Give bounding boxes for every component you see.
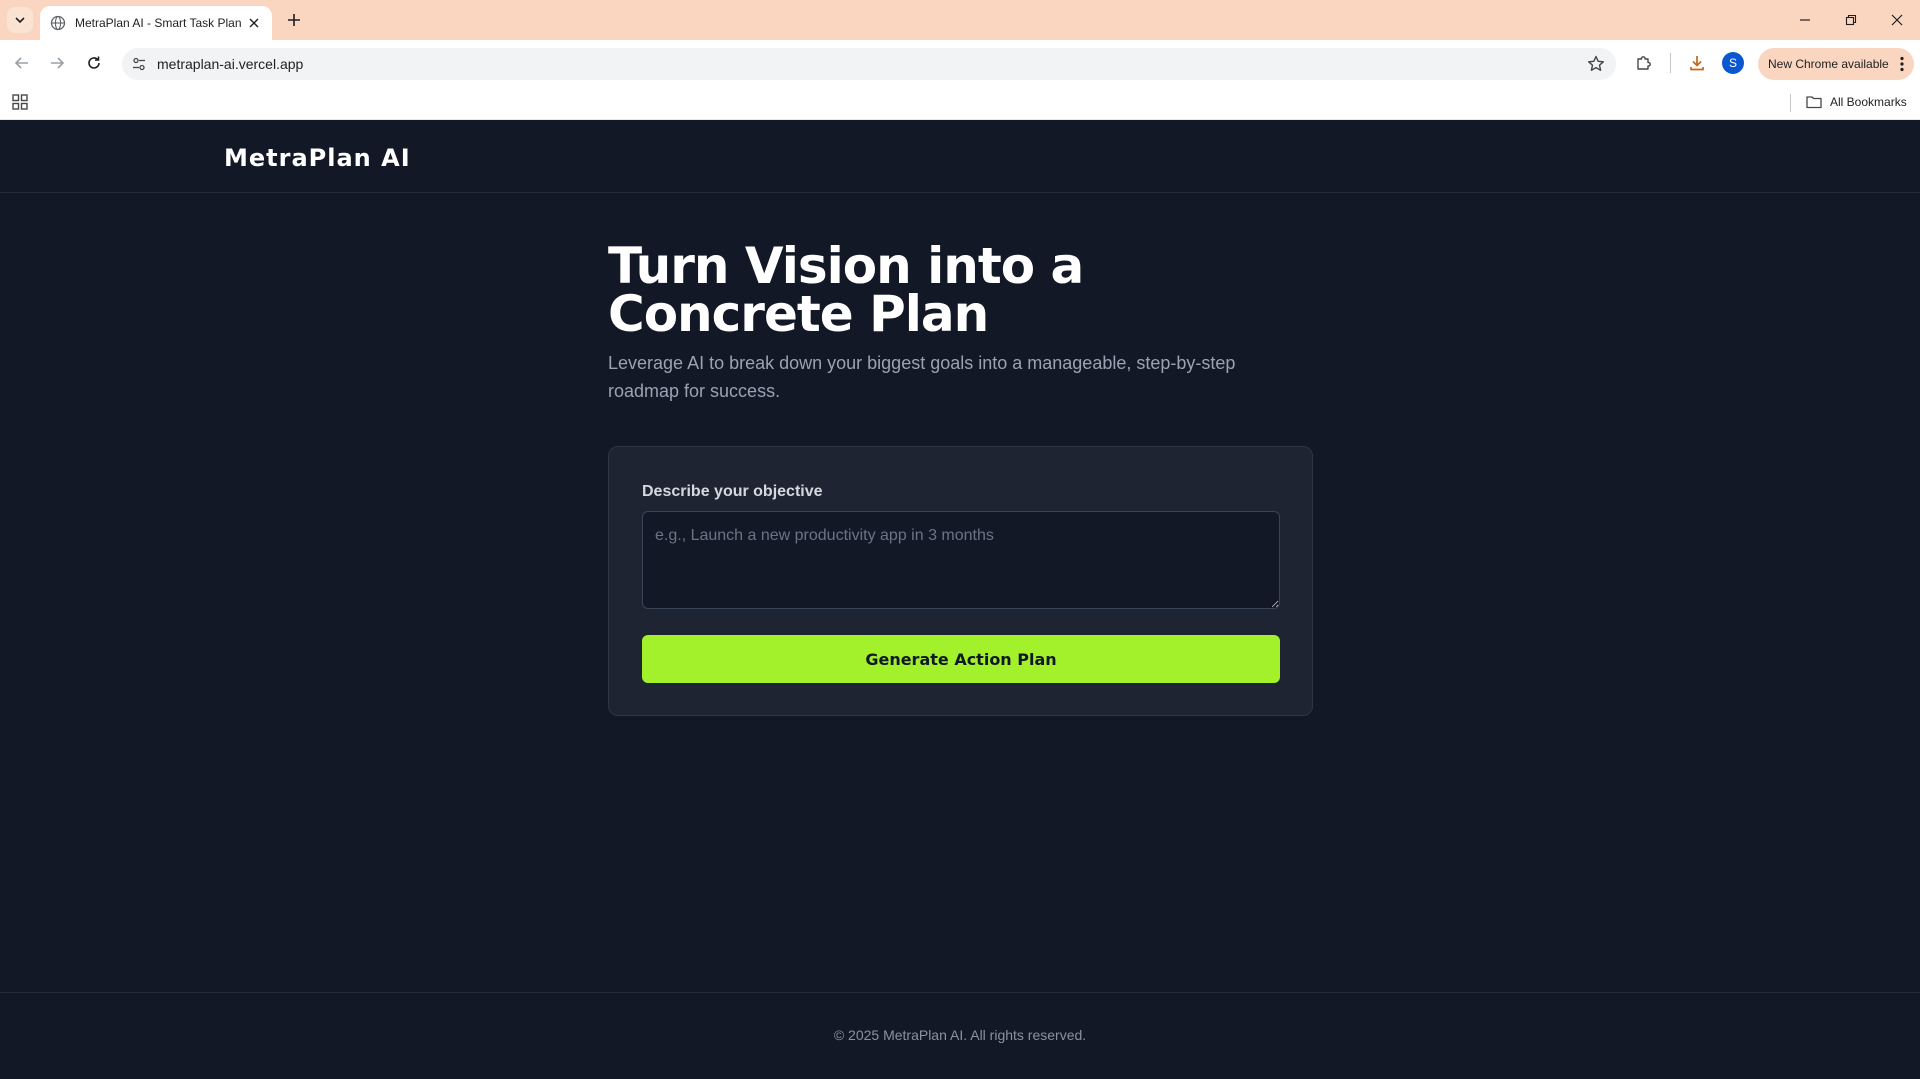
plus-icon bbox=[288, 14, 300, 26]
page-subtitle: Leverage AI to break down your biggest g… bbox=[608, 353, 1236, 401]
minimize-icon bbox=[1800, 19, 1810, 21]
address-bar[interactable]: metraplan-ai.vercel.app bbox=[122, 48, 1616, 80]
more-vertical-icon bbox=[1900, 56, 1904, 72]
page-title: Turn Vision into a Concrete Plan bbox=[608, 237, 1084, 343]
folder-icon bbox=[1806, 96, 1822, 109]
arrow-right-icon bbox=[51, 57, 65, 69]
toolbar-divider bbox=[1670, 53, 1671, 73]
site-header: MetraPlan AI bbox=[0, 120, 1920, 193]
restore-button[interactable] bbox=[1839, 8, 1863, 32]
tab-title: MetraPlan AI - Smart Task Planner bbox=[75, 16, 241, 30]
all-bookmarks-label: All Bookmarks bbox=[1830, 95, 1907, 109]
site-settings-icon[interactable] bbox=[130, 55, 148, 73]
apps-grid-icon[interactable] bbox=[10, 92, 30, 112]
site-logo[interactable]: MetraPlan AI bbox=[224, 144, 411, 172]
tab-search-button[interactable] bbox=[7, 7, 33, 33]
copyright-text: © 2025 MetraPlan AI. All rights reserved… bbox=[833, 1027, 1087, 1043]
objective-label: Describe your objective bbox=[642, 483, 823, 500]
close-icon bbox=[1891, 14, 1903, 26]
page-viewport: MetraPlan AI Turn Vision into a Concrete… bbox=[0, 120, 1920, 1079]
restore-icon bbox=[1845, 14, 1857, 26]
extensions-button[interactable] bbox=[1632, 51, 1656, 75]
objective-textarea[interactable] bbox=[642, 511, 1280, 609]
forward-button[interactable] bbox=[45, 51, 69, 75]
profile-avatar[interactable]: S bbox=[1722, 52, 1744, 74]
chrome-update-label: New Chrome available bbox=[1768, 57, 1889, 71]
tab-strip: MetraPlan AI - Smart Task Planner bbox=[0, 0, 1920, 40]
arrow-left-icon bbox=[14, 57, 28, 69]
close-window-button[interactable] bbox=[1885, 8, 1909, 32]
tab-close-button[interactable] bbox=[246, 15, 262, 31]
close-icon bbox=[249, 18, 259, 28]
chrome-update-button[interactable]: New Chrome available bbox=[1758, 48, 1914, 80]
minimize-button[interactable] bbox=[1793, 8, 1817, 32]
tab-metraplan[interactable]: MetraPlan AI - Smart Task Planner bbox=[40, 6, 272, 40]
downloads-button[interactable] bbox=[1685, 51, 1709, 75]
browser-toolbar: metraplan-ai.vercel.app S New Chrome ava… bbox=[0, 40, 1920, 86]
reload-button[interactable] bbox=[82, 51, 106, 75]
new-tab-button[interactable] bbox=[282, 8, 306, 32]
url-text[interactable]: metraplan-ai.vercel.app bbox=[157, 56, 303, 72]
objective-form-card: Describe your objective Generate Action … bbox=[608, 446, 1313, 716]
reload-icon bbox=[88, 56, 100, 69]
bookmark-star-icon[interactable] bbox=[1586, 54, 1606, 74]
generate-action-plan-button[interactable]: Generate Action Plan bbox=[642, 635, 1280, 683]
site-footer: © 2025 MetraPlan AI. All rights reserved… bbox=[0, 992, 1920, 1079]
bookmarks-divider bbox=[1790, 94, 1791, 112]
chevron-down-icon bbox=[15, 17, 25, 24]
puzzle-icon bbox=[1637, 56, 1651, 70]
globe-icon bbox=[50, 15, 66, 31]
download-icon bbox=[1690, 56, 1704, 71]
bookmarks-bar: All Bookmarks bbox=[0, 86, 1920, 120]
back-button[interactable] bbox=[10, 51, 34, 75]
all-bookmarks-button[interactable]: All Bookmarks bbox=[1806, 92, 1907, 112]
